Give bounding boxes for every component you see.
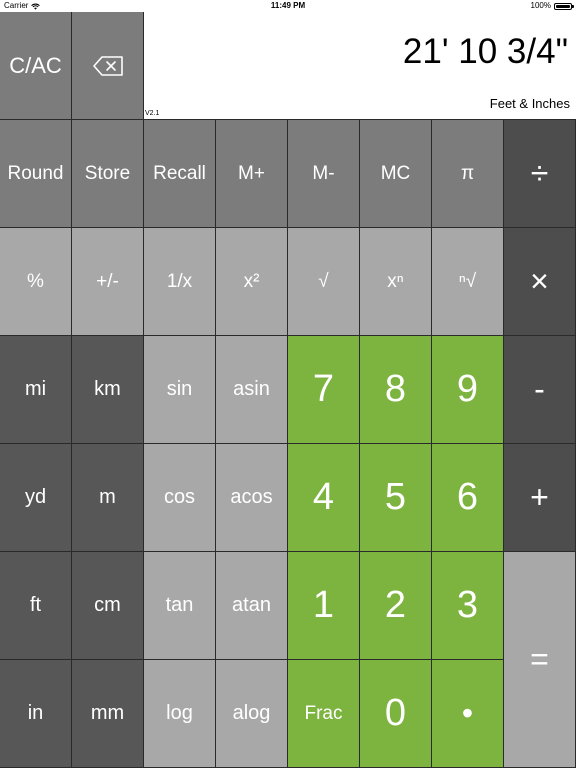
log-button[interactable]: log <box>144 660 216 768</box>
negate-button[interactable]: +/- <box>72 228 144 336</box>
round-button[interactable]: Round <box>0 120 72 228</box>
percent-button[interactable]: % <box>0 228 72 336</box>
backspace-icon <box>92 55 123 76</box>
inches-button[interactable]: in <box>0 660 72 768</box>
digit-2-button[interactable]: 2 <box>360 552 432 660</box>
display-unit: Feet & Inches <box>489 96 570 111</box>
sin-button[interactable]: sin <box>144 336 216 444</box>
square-root-button[interactable]: √ <box>288 228 360 336</box>
pi-button[interactable]: π <box>432 120 504 228</box>
digit-9-button[interactable]: 9 <box>432 336 504 444</box>
battery-icon <box>554 2 574 10</box>
kilometers-button[interactable]: km <box>72 336 144 444</box>
memory-add-button[interactable]: M+ <box>216 120 288 228</box>
memory-clear-button[interactable]: MC <box>360 120 432 228</box>
memory-subtract-button[interactable]: M- <box>288 120 360 228</box>
display-panel: 21' 10 3/4" Feet & Inches V2.1 <box>144 12 576 120</box>
clear-button[interactable]: C/AC <box>0 12 72 120</box>
digit-4-button[interactable]: 4 <box>288 444 360 552</box>
meters-button[interactable]: m <box>72 444 144 552</box>
digit-0-button[interactable]: 0 <box>360 660 432 768</box>
digit-7-button[interactable]: 7 <box>288 336 360 444</box>
acos-button[interactable]: acos <box>216 444 288 552</box>
digit-1-button[interactable]: 1 <box>288 552 360 660</box>
miles-button[interactable]: mi <box>0 336 72 444</box>
fraction-button[interactable]: Frac <box>288 660 360 768</box>
decimal-point-button[interactable]: • <box>432 660 504 768</box>
display-value: 21' 10 3/4" <box>402 32 568 71</box>
divide-button[interactable]: ÷ <box>504 120 576 228</box>
cos-button[interactable]: cos <box>144 444 216 552</box>
asin-button[interactable]: asin <box>216 336 288 444</box>
battery-group: 100% <box>530 0 574 12</box>
atan-button[interactable]: atan <box>216 552 288 660</box>
backspace-button[interactable] <box>72 12 144 120</box>
reciprocal-button[interactable]: 1/x <box>144 228 216 336</box>
centimeters-button[interactable]: cm <box>72 552 144 660</box>
alog-button[interactable]: alog <box>216 660 288 768</box>
store-button[interactable]: Store <box>72 120 144 228</box>
square-button[interactable]: x² <box>216 228 288 336</box>
digit-5-button[interactable]: 5 <box>360 444 432 552</box>
recall-button[interactable]: Recall <box>144 120 216 228</box>
yards-button[interactable]: yd <box>0 444 72 552</box>
battery-percent: 100% <box>530 1 551 10</box>
nth-root-button[interactable]: ⁿ√ <box>432 228 504 336</box>
digit-3-button[interactable]: 3 <box>432 552 504 660</box>
equals-button[interactable]: = <box>504 552 576 768</box>
millimeters-button[interactable]: mm <box>72 660 144 768</box>
feet-button[interactable]: ft <box>0 552 72 660</box>
multiply-button[interactable]: × <box>504 228 576 336</box>
subtract-button[interactable]: - <box>504 336 576 444</box>
clock: 11:49 PM <box>270 1 306 10</box>
add-button[interactable]: + <box>504 444 576 552</box>
digit-6-button[interactable]: 6 <box>432 444 504 552</box>
digit-8-button[interactable]: 8 <box>360 336 432 444</box>
tan-button[interactable]: tan <box>144 552 216 660</box>
status-bar: Carrier 11:49 PM 100% <box>0 0 576 12</box>
power-button[interactable]: xⁿ <box>360 228 432 336</box>
version-label: V2.1 <box>145 110 160 117</box>
